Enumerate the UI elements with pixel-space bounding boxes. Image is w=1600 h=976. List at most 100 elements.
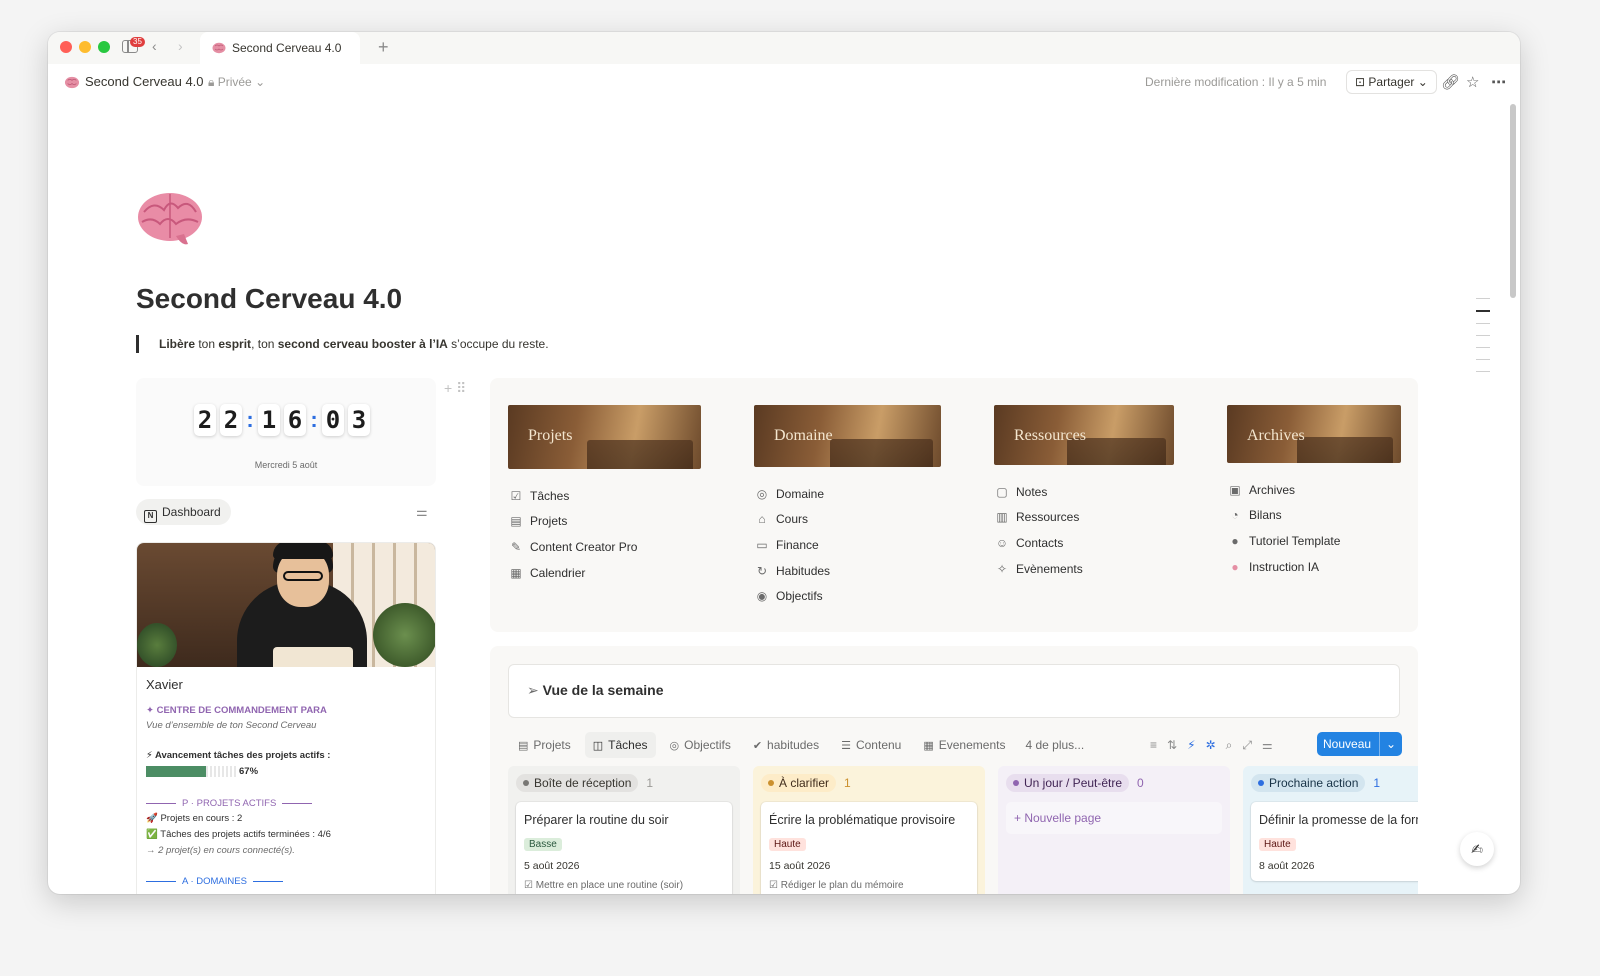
ai-sparkle-icon[interactable]: ✲ (1206, 738, 1216, 753)
new-tab-plus-icon[interactable]: + (378, 37, 389, 58)
target-icon: ◎ (669, 740, 680, 752)
link-instruction-ia[interactable]: ● Instruction IA (1227, 554, 1401, 580)
privacy-dropdown[interactable]: 🔒︎ Privée ⌄ (208, 75, 265, 90)
clock-widget: 2 2 : 1 6 : 0 3 Mercredi 5 août (136, 378, 436, 486)
tab-evenements[interactable]: ▦ Evenements (915, 732, 1013, 758)
profile-name: Xavier (146, 677, 183, 692)
link-ressources[interactable]: ▥ Ressources (994, 505, 1174, 531)
automation-bolt-icon[interactable]: ⚡︎ (1187, 738, 1195, 753)
link-habitudes[interactable]: ↻ Habitudes (754, 558, 941, 584)
link-evenements[interactable]: ✧ Evènements (994, 556, 1174, 582)
brain-icon (212, 42, 226, 54)
close-window-button[interactable] (60, 41, 72, 53)
tab-projets[interactable]: ▤ Projets (510, 732, 579, 758)
link-icon[interactable]: 🔗︎ (1441, 73, 1460, 91)
folder-icon: ▤ (510, 514, 522, 529)
breadcrumb[interactable]: Second Cerveau 4.0 (85, 74, 204, 89)
progress-bar-fill (146, 766, 207, 777)
calendar-icon: ▦ (510, 565, 522, 580)
tab-bar: 35 ‹ › Second Cerveau 4.0 + (48, 32, 1520, 64)
cover-image-archives[interactable]: Archives (1227, 405, 1401, 463)
task-date: 5 août 2026 (524, 860, 580, 872)
expand-icon[interactable]: ⤢ (1242, 738, 1252, 753)
tab-taches[interactable]: ◫ Tâches (584, 732, 656, 758)
ai-assistant-button[interactable]: ✍︎ (1460, 832, 1494, 866)
link-notes[interactable]: ▢ Notes (994, 479, 1174, 505)
task-card[interactable]: Préparer la routine du soir Basse 5 août… (516, 802, 732, 894)
more-options-icon[interactable]: ⋯ (1491, 73, 1506, 91)
chevron-down-icon[interactable]: ⌄ (1379, 732, 1396, 756)
filter-icon[interactable]: ≡ (1150, 738, 1157, 753)
column-count: 1 (844, 776, 851, 790)
forward-arrow-icon[interactable]: › (178, 38, 183, 54)
chevron-down-icon: ⌄ (251, 75, 266, 89)
table-of-contents-outline[interactable] (1476, 298, 1490, 383)
new-item-button[interactable]: Nouveau ⌄ (1317, 732, 1403, 756)
profile-card[interactable]: Xavier ✦ CENTRE DE COMMANDEMENT PARA Vue… (136, 542, 436, 894)
page-title: Second Cerveau 4.0 (136, 283, 403, 314)
board-column-inbox: Boîte de réception 1 Préparer la routine … (508, 766, 740, 894)
task-card[interactable]: Définir la promesse de la formation Haut… (1251, 802, 1418, 881)
priority-badge: Haute (1259, 838, 1296, 851)
task-date: 8 août 2026 (1259, 860, 1315, 872)
clock-digit: 1 (258, 404, 280, 436)
back-arrow-icon[interactable]: ‹ (152, 38, 157, 54)
progress-label: ⚡ Avancement tâches des projets actifs : (146, 750, 331, 761)
more-views-button[interactable]: 4 de plus... (1025, 738, 1084, 752)
privacy-label: Privée (217, 75, 252, 89)
list-icon: ☰ (841, 740, 851, 752)
category-domaine: Domaine ◎ Domaine ⌂ Cours ▭ Finance ↻ Habitu… (754, 405, 941, 609)
minimize-window-button[interactable] (79, 41, 91, 53)
link-tutoriel[interactable]: ● Tutoriel Template (1227, 528, 1401, 554)
share-button[interactable]: ⊡ Partager ⌄ (1346, 70, 1437, 94)
cover-image-domaine[interactable]: Domaine (754, 405, 941, 467)
page-quote: Libère ton esprit, ton second cerveau bo… (136, 335, 549, 353)
column-count: 0 (1137, 776, 1144, 790)
link-finance[interactable]: ▭ Finance (754, 532, 941, 558)
tab-habitudes[interactable]: ✔ habitudes (745, 732, 827, 758)
dashboard-button[interactable]: N Dashboard (136, 499, 231, 525)
board-column-next-action: Prochaine action 1 Définir la promesse de… (1243, 766, 1418, 894)
task-card[interactable]: Écrire la problématique provisoire Haute… (761, 802, 977, 894)
link-bilans[interactable]: ◔ Bilans (1227, 503, 1401, 529)
block-add-drag-handle-icon[interactable]: + ⠿ (444, 380, 466, 397)
tutorial-icon: ● (1231, 533, 1239, 548)
wallet-icon: ▭ (756, 537, 768, 552)
board-column-someday: Un jour / Peut-être 0 + Nouvelle page (998, 766, 1230, 894)
search-icon[interactable]: ⌕ (1226, 738, 1233, 753)
page-scrollbar[interactable] (1510, 104, 1516, 298)
brain-icon: ● (1231, 559, 1239, 574)
cover-image-ressources[interactable]: Ressources (994, 405, 1174, 465)
link-cours[interactable]: ⌂ Cours (754, 507, 941, 533)
graduation-icon: ⌂ (758, 512, 766, 527)
task-related: ☑ Mettre en place une routine (soir) (524, 880, 684, 891)
tab-objectifs[interactable]: ◎ Objectifs (662, 732, 739, 758)
maximize-window-button[interactable] (98, 41, 110, 53)
link-domaine[interactable]: ◎ Domaine (754, 481, 941, 507)
contacts-icon: ☺ (995, 535, 1009, 550)
sliders-icon[interactable]: ⚌ (416, 504, 428, 520)
notification-badge: 35 (130, 37, 145, 47)
new-page-button[interactable]: + Nouvelle page (1006, 802, 1222, 834)
chevron-down-icon: ⌄ (1414, 75, 1428, 89)
link-archives[interactable]: ▣ Archives (1227, 477, 1401, 503)
cover-image-projets[interactable]: Projets (508, 405, 701, 469)
checklist-icon: ☑︎ (510, 488, 522, 503)
star-icon[interactable]: ☆ (1466, 73, 1479, 91)
link-objectifs[interactable]: ◉ Objectifs (754, 583, 941, 609)
sort-icon[interactable]: ⇅ (1167, 738, 1177, 753)
page-brain-icon[interactable] (136, 190, 204, 248)
link-calendrier[interactable]: ▦ Calendrier (508, 560, 701, 586)
settings-sliders-icon[interactable]: ⚌ (1262, 738, 1273, 753)
link-contacts[interactable]: ☺ Contacts (994, 530, 1174, 556)
link-projets[interactable]: ▤ Projets (508, 509, 701, 535)
status-pill: Un jour / Peut-être (1006, 774, 1130, 792)
tab-contenu[interactable]: ☰ Contenu (833, 732, 909, 758)
task-title: Écrire la problématique provisoire (769, 813, 956, 827)
link-content-creator[interactable]: ✎ Content Creator Pro (508, 534, 701, 560)
profile-cover-image (137, 543, 435, 667)
link-taches[interactable]: ☑︎ Tâches (508, 483, 701, 509)
clock-digit: 2 (194, 404, 216, 436)
dashboard-label: Dashboard (162, 505, 221, 519)
tab-second-cerveau[interactable]: Second Cerveau 4.0 (200, 32, 360, 64)
